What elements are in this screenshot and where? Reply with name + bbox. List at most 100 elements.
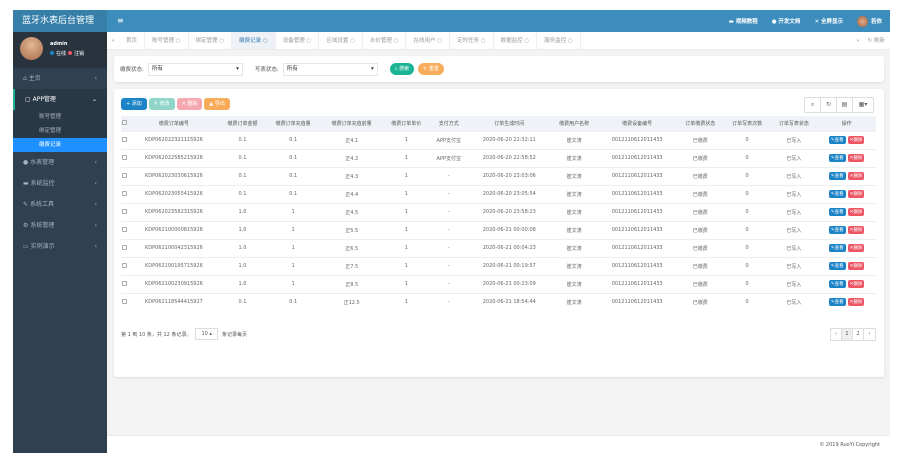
view-button[interactable]: ✎查看 bbox=[828, 136, 846, 144]
video-tutorial-link[interactable]: ▬ 视频教程 bbox=[729, 17, 758, 25]
tab-item[interactable]: 定时任务 ○ bbox=[450, 32, 494, 49]
tab-item[interactable]: 在线用户 ○ bbox=[406, 32, 451, 49]
row-checkbox[interactable] bbox=[121, 220, 129, 239]
close-tab-icon[interactable]: ○ bbox=[481, 38, 486, 44]
tab-scroll-left-icon[interactable]: « bbox=[107, 32, 119, 49]
docs-link[interactable]: ● 开发文档 bbox=[772, 17, 801, 25]
row-checkbox[interactable] bbox=[121, 274, 129, 293]
sidebar-item-5[interactable]: ⚙ 系统管理 ‹ bbox=[13, 215, 107, 236]
view-button[interactable]: ✎查看 bbox=[828, 208, 846, 216]
close-tab-icon[interactable]: ○ bbox=[263, 38, 268, 44]
row-delete-button[interactable]: ✕删除 bbox=[847, 226, 865, 234]
table-cell: KDP062023582315926 bbox=[128, 202, 220, 221]
row-checkbox[interactable] bbox=[121, 238, 129, 257]
row-checkbox[interactable] bbox=[121, 184, 129, 203]
reset-button[interactable]: ↻ 重置 bbox=[418, 63, 444, 75]
close-tab-icon[interactable]: ○ bbox=[437, 38, 442, 44]
edit-button[interactable]: ✎ 修改 bbox=[148, 98, 175, 110]
row-delete-button[interactable]: ✕删除 bbox=[847, 280, 865, 288]
row-delete-button[interactable]: ✕删除 bbox=[847, 262, 865, 270]
tab-item[interactable]: 设备管理 ○ bbox=[276, 32, 320, 49]
view-button[interactable]: ✎查看 bbox=[828, 262, 846, 270]
sidebar-subitem[interactable]: 绑定管理 bbox=[13, 124, 107, 138]
tab-item[interactable]: 缴费记录 ○ bbox=[232, 32, 276, 49]
toggle-view-icon[interactable]: ▤ bbox=[837, 98, 853, 112]
view-button[interactable]: ✎查看 bbox=[828, 154, 846, 162]
user-menu[interactable]: 若依 bbox=[856, 15, 882, 27]
select-all-checkbox[interactable] bbox=[121, 116, 129, 131]
tab-item[interactable]: 首页 bbox=[119, 32, 146, 49]
row-checkbox[interactable] bbox=[121, 292, 129, 311]
row-delete-button[interactable]: ✕删除 bbox=[847, 172, 865, 180]
close-tab-icon[interactable]: ○ bbox=[350, 38, 355, 44]
add-button[interactable]: + 添加 bbox=[121, 98, 147, 110]
pay-status-select[interactable]: 所有 bbox=[147, 62, 243, 76]
search-button[interactable]: ⌕ 搜索 bbox=[389, 63, 415, 75]
view-button[interactable]: ✎查看 bbox=[828, 298, 846, 307]
table-cell: 0012110612011433 bbox=[597, 220, 677, 239]
write-status-select[interactable]: 所有 bbox=[282, 62, 378, 76]
view-button[interactable]: ✎查看 bbox=[828, 280, 846, 288]
tab-item[interactable]: 数据监控 ○ bbox=[494, 32, 538, 49]
table-cell: 2020-06-21 18:54:44 bbox=[467, 292, 551, 311]
refresh-tab-button[interactable]: ↻ 刷新 bbox=[868, 32, 885, 49]
logout-link[interactable]: 注销 bbox=[74, 51, 84, 57]
close-tab-icon[interactable]: ○ bbox=[219, 38, 224, 44]
view-button[interactable]: ✎查看 bbox=[828, 226, 846, 234]
close-tab-icon[interactable]: ○ bbox=[176, 38, 181, 44]
tab-item[interactable]: 区域设置 ○ bbox=[319, 32, 363, 49]
avatar[interactable] bbox=[20, 37, 43, 60]
row-checkbox[interactable] bbox=[121, 148, 129, 167]
page-1-button[interactable]: 1 bbox=[842, 329, 853, 340]
page-2-button[interactable]: 2 bbox=[853, 329, 864, 340]
sidebar-subitem[interactable]: 账号管理 bbox=[13, 110, 107, 124]
row-delete-button[interactable]: ✕删除 bbox=[847, 298, 865, 307]
sidebar-item-0[interactable]: ⌂ 主页 ‹ bbox=[13, 68, 107, 89]
tab-item[interactable]: 账号管理 ○ bbox=[145, 32, 189, 49]
row-delete-button[interactable]: ✕删除 bbox=[847, 244, 865, 252]
fullscreen-button[interactable]: ✕ 全屏显示 bbox=[814, 17, 843, 25]
row-checkbox[interactable] bbox=[121, 202, 129, 221]
row-checkbox[interactable] bbox=[121, 256, 129, 275]
table-cell: - bbox=[429, 292, 468, 311]
row-delete-button[interactable]: ✕删除 bbox=[847, 190, 865, 198]
tab-item[interactable]: 服务监控 ○ bbox=[537, 32, 581, 49]
refresh-icon[interactable]: ↻ bbox=[821, 98, 837, 112]
export-button[interactable]: ▲ 导出 bbox=[204, 98, 230, 110]
table-cell: 0 bbox=[723, 148, 771, 167]
row-delete-button[interactable]: ✕删除 bbox=[847, 136, 865, 144]
row-delete-button[interactable]: ✕删除 bbox=[847, 154, 865, 162]
close-tab-icon[interactable]: ○ bbox=[307, 38, 312, 44]
prev-page-button[interactable]: ‹ bbox=[831, 329, 842, 340]
view-button[interactable]: ✎查看 bbox=[828, 172, 846, 180]
close-tab-icon[interactable]: ○ bbox=[568, 38, 573, 44]
table-cell: 2020-06-20 23:03:06 bbox=[467, 166, 551, 185]
wrench-icon: ✎ bbox=[23, 201, 29, 208]
table-cell: 正8.5 bbox=[320, 274, 383, 293]
row-checkbox[interactable] bbox=[121, 166, 129, 185]
view-button[interactable]: ✎查看 bbox=[828, 190, 846, 198]
close-tab-icon[interactable]: ○ bbox=[394, 38, 399, 44]
sidebar-item-3[interactable]: ▬ 系统监控 ‹ bbox=[13, 173, 107, 194]
page-size-select[interactable]: 10 ▴ bbox=[195, 328, 218, 340]
search-toggle-icon[interactable]: ⌕ bbox=[805, 98, 821, 112]
tab-item[interactable]: 水价管理 ○ bbox=[363, 32, 407, 49]
row-delete-button[interactable]: ✕删除 bbox=[847, 208, 865, 216]
tab-scroll-right-icon[interactable]: » bbox=[856, 32, 859, 49]
sidebar-item-2[interactable]: ● 水表管理 ‹ bbox=[13, 152, 107, 173]
delete-button[interactable]: ✕ 删除 bbox=[176, 98, 203, 110]
columns-icon[interactable]: ▦▾ bbox=[853, 98, 873, 112]
pagination-summary: 第 1 到 10 条，共 12 条记录。 bbox=[121, 331, 192, 338]
menu-toggle-icon[interactable]: ≡ bbox=[117, 16, 124, 25]
sidebar-item-1[interactable]: ▢ APP管理 ⌄ bbox=[13, 89, 107, 110]
sidebar-item-6[interactable]: ▭ 实例演示 ‹ bbox=[13, 236, 107, 257]
row-checkbox[interactable] bbox=[121, 130, 129, 149]
sidebar-subitem[interactable]: 缴费记录 bbox=[13, 138, 107, 152]
sidebar-item-4[interactable]: ✎ 系统工具 ‹ bbox=[13, 194, 107, 215]
next-page-button[interactable]: › bbox=[864, 329, 875, 340]
close-tab-icon[interactable]: ○ bbox=[524, 38, 529, 44]
tab-item[interactable]: 绑定管理 ○ bbox=[189, 32, 233, 49]
view-button[interactable]: ✎查看 bbox=[828, 244, 846, 252]
table-cell: 已写入 bbox=[770, 274, 818, 293]
sidebar-item-label: 系统工具 bbox=[29, 201, 54, 208]
